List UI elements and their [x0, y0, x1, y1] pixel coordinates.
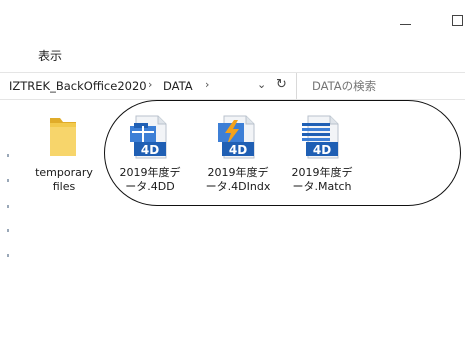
- ribbon-tabs: 表示: [0, 40, 465, 70]
- chevron-down-icon[interactable]: ⌄: [257, 78, 266, 91]
- 4d-index-file-icon: 4D: [218, 115, 255, 159]
- navigation-pane-edge: [0, 99, 9, 339]
- explorer-window: 表示 IZTREK_BackOffice2020 › DATA › ⌄ ↻ DA…: [0, 0, 465, 339]
- breadcrumb-separator-icon[interactable]: ›: [148, 78, 152, 91]
- nav-tick: [7, 205, 9, 208]
- nav-tick: [7, 179, 9, 182]
- file-label: temporary files: [35, 166, 93, 193]
- tab-view[interactable]: 表示: [38, 47, 62, 64]
- svg-text:4D: 4D: [313, 143, 331, 157]
- nav-tick: [7, 154, 9, 157]
- 4d-data-file-icon: 4D: [130, 115, 167, 159]
- file-item-temporary-files[interactable]: temporary files: [24, 114, 104, 200]
- svg-text:4D: 4D: [229, 143, 247, 157]
- file-label: 2019年度デ ータ.Match: [291, 166, 353, 193]
- breadcrumb-iztrek[interactable]: IZTREK_BackOffice2020: [9, 79, 147, 93]
- address-bar[interactable]: IZTREK_BackOffice2020 › DATA › ⌄ ↻: [0, 73, 297, 99]
- file-label: 2019年度デ ータ.4DD: [119, 166, 181, 193]
- breadcrumb-separator-icon[interactable]: ›: [205, 78, 209, 91]
- file-item-match[interactable]: 4D 2019年度デ ータ.Match: [282, 114, 362, 200]
- folder-icon: [50, 118, 76, 156]
- nav-tick: [7, 254, 9, 257]
- file-list: temporary files 4D 2019年度デ ータ.4DD 4D 201…: [10, 100, 465, 339]
- nav-tick: [7, 229, 9, 232]
- file-item-4dd[interactable]: 4D 2019年度デ ータ.4DD: [110, 114, 190, 200]
- title-bar: [0, 0, 465, 40]
- search-box[interactable]: [300, 73, 465, 99]
- search-input[interactable]: [312, 79, 452, 93]
- file-item-4dindx[interactable]: 4D 2019年度デ ータ.4DIndx: [198, 114, 278, 200]
- file-label: 2019年度デ ータ.4DIndx: [205, 166, 271, 193]
- svg-text:4D: 4D: [141, 143, 159, 157]
- maximize-button[interactable]: [452, 12, 465, 28]
- minimize-button[interactable]: [398, 12, 414, 28]
- breadcrumb-data[interactable]: DATA: [163, 79, 193, 93]
- address-row: IZTREK_BackOffice2020 › DATA › ⌄ ↻: [0, 72, 465, 100]
- refresh-icon[interactable]: ↻: [276, 77, 287, 92]
- 4d-match-file-icon: 4D: [302, 115, 339, 159]
